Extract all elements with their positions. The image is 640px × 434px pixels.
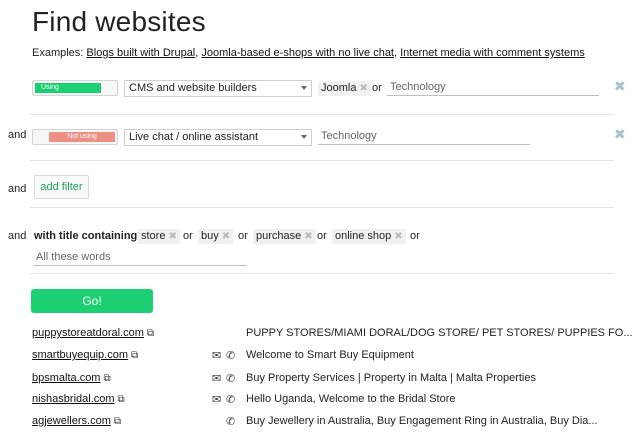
- result-site-link[interactable]: nishasbridal.com⧉: [32, 393, 125, 405]
- envelope-icon[interactable]: ✉: [212, 349, 221, 362]
- result-row: puppystoreatdoral.com⧉ PUPPY STORES/MIAM…: [0, 327, 640, 347]
- or-label: or: [372, 82, 382, 94]
- keyword-tag: online shop✖: [332, 229, 406, 244]
- result-row: bpsmalta.com⧉ ✉ ✆ Buy Property Services …: [0, 372, 640, 392]
- result-site-name: puppystoreatdoral.com: [32, 327, 144, 339]
- category-select-value: Live chat / online assistant: [129, 131, 258, 143]
- envelope-icon[interactable]: ✉: [212, 372, 221, 385]
- tag-remove-icon[interactable]: ✖: [359, 83, 367, 94]
- result-row: smartbuyequip.com⧉ ✉ ✆ Welcome to Smart …: [0, 349, 640, 369]
- result-description: PUPPY STORES/MIAMI DORAL/DOG STORE/ PET …: [246, 327, 633, 339]
- keyword-tag-label: store: [141, 230, 165, 242]
- page-title: Find websites: [32, 6, 206, 38]
- result-site-link[interactable]: smartbuyequip.com⧉: [32, 349, 138, 361]
- external-link-icon[interactable]: ⧉: [147, 328, 154, 339]
- result-row: agjewellers.com⧉ ✆ Buy Jewellery in Aust…: [0, 415, 640, 434]
- tag-remove-icon[interactable]: ✖: [394, 231, 402, 242]
- add-filter-button[interactable]: add filter: [34, 175, 89, 199]
- title-containing-label: with title containing: [34, 230, 137, 242]
- technology-input[interactable]: Technology: [387, 79, 599, 96]
- phone-icon[interactable]: ✆: [226, 393, 235, 406]
- and-label: and: [8, 129, 26, 141]
- external-link-icon[interactable]: ⧉: [103, 373, 110, 384]
- examples-line: Examples: Blogs built with Drupal, Jooml…: [32, 47, 585, 59]
- divider: [30, 160, 614, 161]
- divider: [30, 114, 614, 115]
- and-label: and: [8, 230, 26, 242]
- result-description: Hello Uganda, Welcome to the Bridal Stor…: [246, 393, 456, 405]
- or-label: or: [183, 230, 193, 242]
- category-select-value: CMS and website builders: [129, 82, 257, 94]
- keyword-tag: buy✖: [198, 229, 233, 244]
- phone-icon[interactable]: ✆: [226, 349, 235, 362]
- tag-remove-icon[interactable]: ✖: [304, 231, 312, 242]
- go-button[interactable]: Go!: [31, 289, 153, 313]
- result-description: Buy Jewellery in Australia, Buy Engageme…: [246, 415, 598, 427]
- envelope-icon[interactable]: ✉: [212, 393, 221, 406]
- chevron-down-icon: [301, 135, 307, 139]
- or-label: or: [317, 230, 327, 242]
- result-description: Welcome to Smart Buy Equipment: [246, 349, 414, 361]
- external-link-icon[interactable]: ⧉: [131, 350, 138, 361]
- result-site-name: smartbuyequip.com: [32, 349, 128, 361]
- result-site-name: nishasbridal.com: [32, 393, 115, 405]
- phone-icon[interactable]: ✆: [226, 415, 235, 428]
- result-row: nishasbridal.com⧉ ✉ ✆ Hello Uganda, Welc…: [0, 393, 640, 413]
- chevron-down-icon: [301, 86, 307, 90]
- keyword-tag-label: purchase: [256, 230, 301, 242]
- title-words-input[interactable]: All these words: [33, 249, 247, 266]
- examples-prefix: Examples:: [32, 47, 86, 59]
- remove-filter-icon[interactable]: ✖: [614, 78, 626, 95]
- keyword-tag-label: buy: [201, 230, 219, 242]
- or-label: or: [238, 230, 248, 242]
- divider: [30, 273, 614, 274]
- category-select[interactable]: CMS and website builders: [124, 80, 312, 97]
- technology-tag-label: Joomla: [321, 82, 356, 94]
- divider: [30, 207, 614, 208]
- keyword-tag: store✖: [138, 229, 180, 244]
- result-site-link[interactable]: bpsmalta.com⧉: [32, 372, 111, 384]
- not-using-toggle-label: Not using: [49, 132, 115, 142]
- using-toggle[interactable]: Using: [32, 80, 118, 96]
- result-site-name: bpsmalta.com: [32, 372, 100, 384]
- not-using-toggle[interactable]: Not using: [32, 129, 118, 145]
- or-label: or: [410, 230, 420, 242]
- keyword-tag: purchase✖: [253, 229, 316, 244]
- example-link-drupal-blogs[interactable]: Blogs built with Drupal: [86, 47, 195, 59]
- result-site-name: agjewellers.com: [32, 415, 111, 427]
- result-description: Buy Property Services | Property in Malt…: [246, 372, 536, 384]
- tag-remove-icon[interactable]: ✖: [222, 231, 230, 242]
- external-link-icon[interactable]: ⧉: [118, 394, 125, 405]
- external-link-icon[interactable]: ⧉: [114, 416, 121, 427]
- keyword-tag-label: online shop: [335, 230, 391, 242]
- technology-input[interactable]: Technology: [318, 128, 530, 145]
- remove-filter-icon[interactable]: ✖: [614, 126, 626, 143]
- tag-remove-icon[interactable]: ✖: [168, 231, 176, 242]
- phone-icon[interactable]: ✆: [226, 372, 235, 385]
- example-link-joomla-eshops[interactable]: Joomla-based e-shops with no live chat: [201, 47, 394, 59]
- and-label: and: [8, 183, 26, 195]
- using-toggle-label: Using: [35, 83, 101, 93]
- result-site-link[interactable]: agjewellers.com⧉: [32, 415, 121, 427]
- category-select[interactable]: Live chat / online assistant: [124, 129, 312, 146]
- example-link-internet-media[interactable]: Internet media with comment systems: [400, 47, 585, 59]
- technology-tag: Joomla✖: [318, 81, 371, 96]
- result-site-link[interactable]: puppystoreatdoral.com⧉: [32, 327, 154, 339]
